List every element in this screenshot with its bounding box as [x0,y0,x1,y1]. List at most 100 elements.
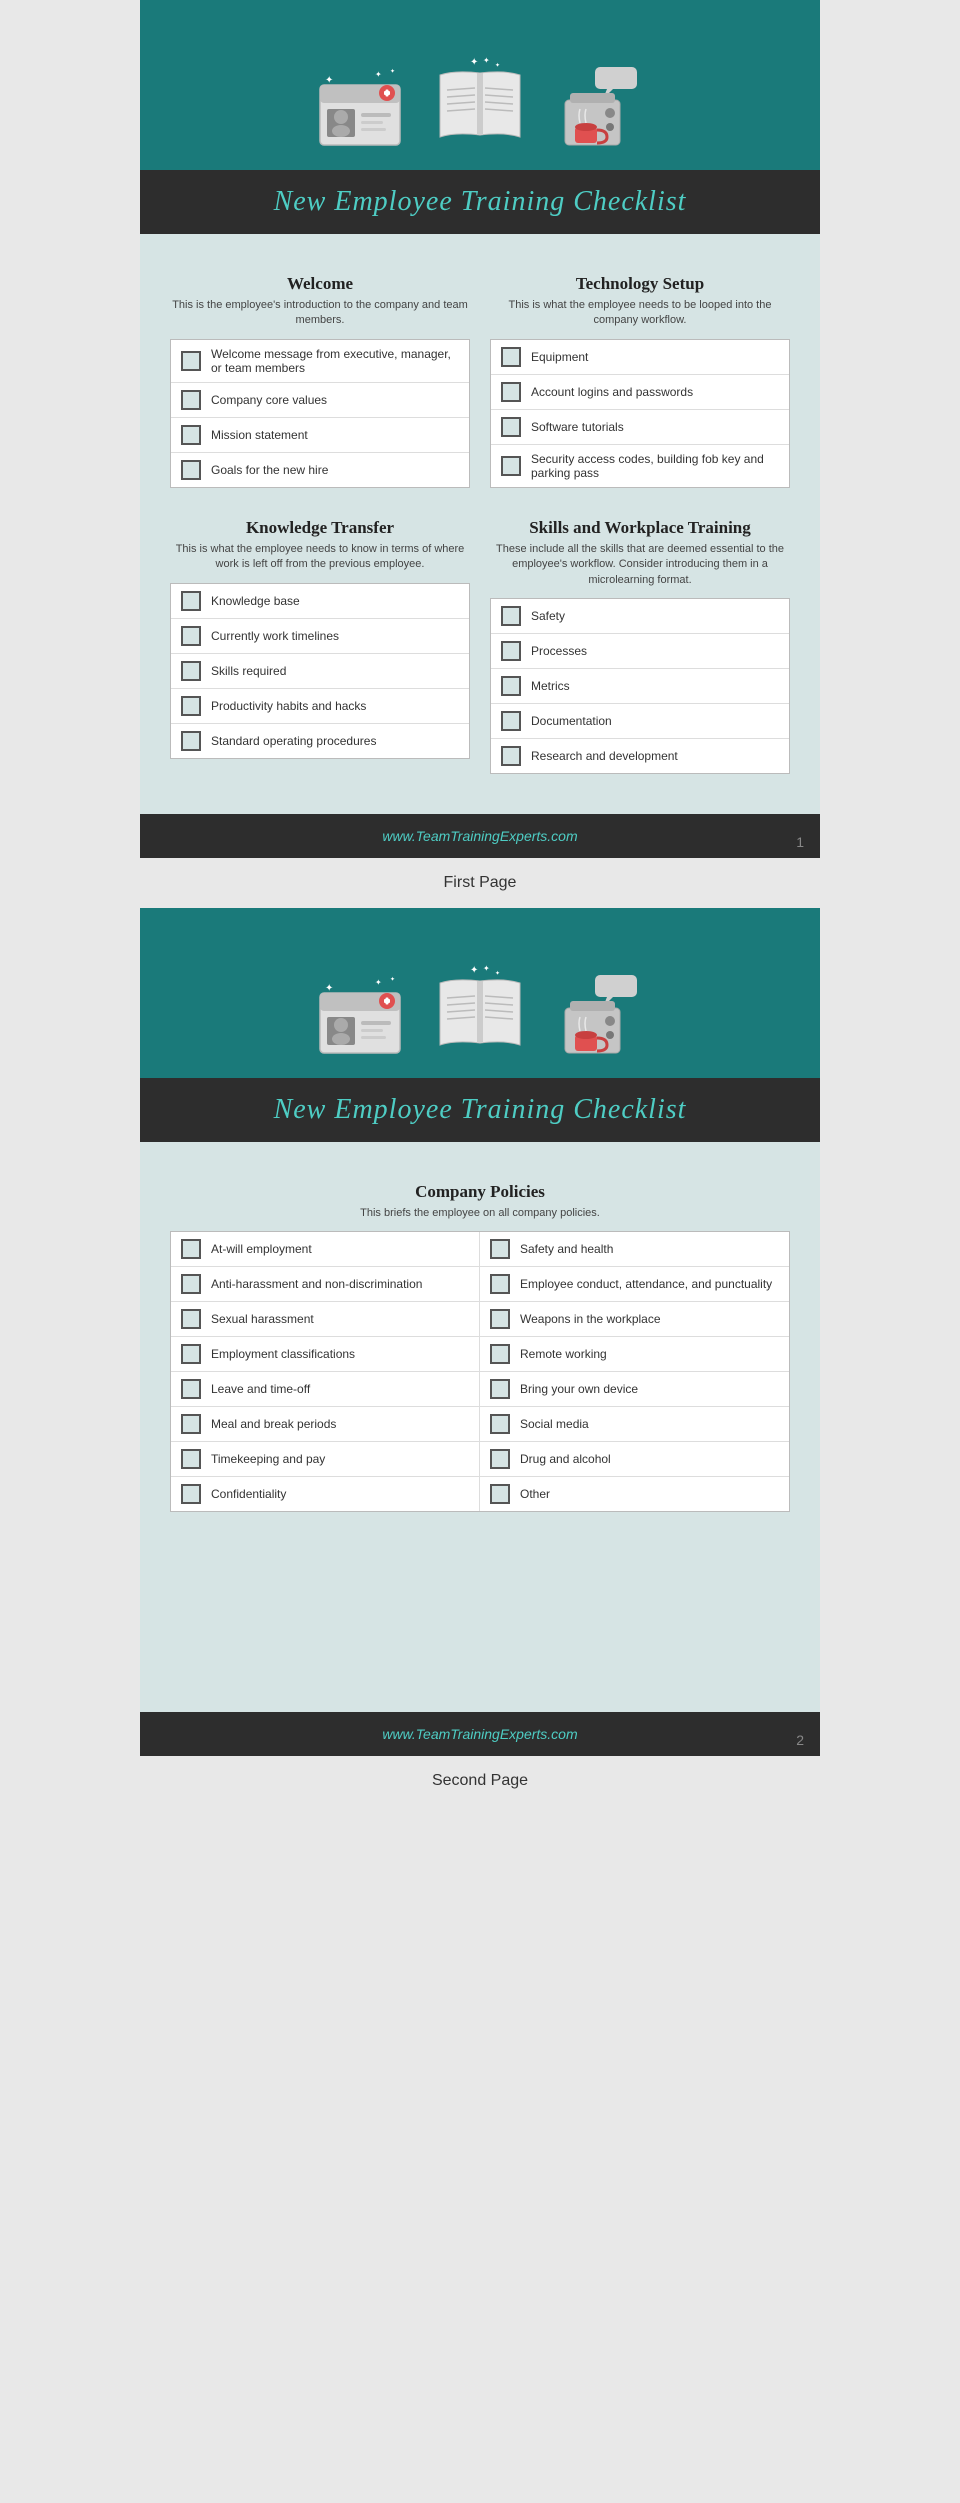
checklist-tech: Equipment Account logins and passwords S… [490,339,790,488]
list-item: Safety and health [480,1232,789,1267]
item-text: Productivity habits and hacks [211,699,366,713]
checkbox[interactable] [181,696,201,716]
section-knowledge: Knowledge Transfer This is what the empl… [170,518,470,774]
svg-text:✦: ✦ [483,964,490,973]
checkbox[interactable] [501,641,521,661]
checkbox[interactable] [181,1344,201,1364]
checkbox[interactable] [501,746,521,766]
footer-url-2: www.TeamTrainingExperts.com [382,1726,577,1742]
checkbox[interactable] [181,626,201,646]
coffee-machine-icon [555,65,645,150]
item-text: Remote working [520,1347,607,1361]
section-knowledge-desc: This is what the employee needs to know … [170,542,470,573]
header-banner-1: ✦ ✦ ✦ ✦ [140,0,820,170]
list-item: Documentation [491,704,789,739]
checkbox[interactable] [501,711,521,731]
policies-col-right: Safety and health Employee conduct, atte… [480,1232,789,1511]
checkbox[interactable] [181,1274,201,1294]
checkbox[interactable] [501,382,521,402]
footer-1: www.TeamTrainingExperts.com 1 [140,814,820,858]
list-item: Drug and alcohol [480,1442,789,1477]
checklist-skills: Safety Processes Metrics Documentation [490,598,790,774]
checkbox[interactable] [181,1484,201,1504]
item-text: Welcome message from executive, manager,… [211,347,459,375]
book-icon-2: ✦ ✦ ✦ [425,963,535,1058]
list-item: Knowledge base [171,584,469,619]
checkbox[interactable] [181,1379,201,1399]
checkbox[interactable] [490,1484,510,1504]
item-text: Currently work timelines [211,629,339,643]
checkbox[interactable] [490,1239,510,1259]
svg-text:✦: ✦ [470,57,478,68]
section-tech-heading: Technology Setup [490,274,790,294]
list-item: Account logins and passwords [491,375,789,410]
section-policies: Company Policies This briefs the employe… [170,1182,790,1522]
item-text: Employee conduct, attendance, and punctu… [520,1277,772,1291]
checkbox[interactable] [490,1414,510,1434]
item-text: Goals for the new hire [211,463,328,477]
checkbox[interactable] [181,1309,201,1329]
list-item: Meal and break periods [171,1407,479,1442]
header-banner-2: ✦ ✦ ✦ ✦ ✦ ✦ [140,908,820,1078]
item-text: Bring your own device [520,1382,638,1396]
checkbox[interactable] [490,1344,510,1364]
item-text: Social media [520,1417,589,1431]
checkbox[interactable] [490,1449,510,1469]
list-item: Goals for the new hire [171,453,469,487]
coffee-machine-icon-2 [555,973,645,1058]
main-content-1: Welcome This is the employee's introduct… [140,234,820,814]
checkbox[interactable] [181,390,201,410]
section-skills-heading: Skills and Workplace Training [490,518,790,538]
checkbox[interactable] [490,1309,510,1329]
svg-text:✦: ✦ [495,62,500,69]
svg-text:✦: ✦ [325,983,333,994]
item-text: Equipment [531,350,588,364]
checkbox[interactable] [181,1239,201,1259]
checkbox[interactable] [501,347,521,367]
checkbox[interactable] [181,351,201,371]
section-welcome-heading: Welcome [170,274,470,294]
item-text: Drug and alcohol [520,1452,611,1466]
page-number-1: 1 [796,834,804,850]
checkbox[interactable] [490,1379,510,1399]
item-text: Confidentiality [211,1487,286,1501]
page-title-1: New Employee Training Checklist [160,186,800,218]
item-text: Timekeeping and pay [211,1452,325,1466]
checkbox[interactable] [181,1414,201,1434]
item-text: Weapons in the workplace [520,1312,661,1326]
checkbox[interactable] [501,606,521,626]
list-item: Skills required [171,654,469,689]
item-text: Anti-harassment and non-discrimination [211,1277,422,1291]
title-bar-2: New Employee Training Checklist [140,1078,820,1142]
list-item: Metrics [491,669,789,704]
list-item: Sexual harassment [171,1302,479,1337]
checkbox[interactable] [490,1274,510,1294]
checkbox[interactable] [501,676,521,696]
list-item: Social media [480,1407,789,1442]
item-text: Sexual harassment [211,1312,314,1326]
list-item: Anti-harassment and non-discrimination [171,1267,479,1302]
list-item: Safety [491,599,789,634]
page-2-label: Second Page [0,1756,960,1806]
svg-text:✦: ✦ [495,970,500,977]
section-tech-setup: Technology Setup This is what the employ… [490,274,790,488]
item-text: Security access codes, building fob key … [531,452,779,480]
page-1-label: First Page [0,858,960,908]
checkbox[interactable] [181,425,201,445]
checkbox[interactable] [181,591,201,611]
list-item: Standard operating procedures [171,724,469,758]
item-text: Other [520,1487,550,1501]
main-content-2: Company Policies This briefs the employe… [140,1142,820,1712]
item-text: Mission statement [211,428,308,442]
checkbox[interactable] [181,661,201,681]
item-text: Knowledge base [211,594,300,608]
item-text: Employment classifications [211,1347,355,1361]
checkbox[interactable] [181,731,201,751]
item-text: Documentation [531,714,612,728]
checkbox[interactable] [181,460,201,480]
checkbox[interactable] [501,456,521,476]
svg-text:✦: ✦ [325,75,333,86]
checkbox[interactable] [181,1449,201,1469]
checkbox[interactable] [501,417,521,437]
item-text: Safety and health [520,1242,613,1256]
